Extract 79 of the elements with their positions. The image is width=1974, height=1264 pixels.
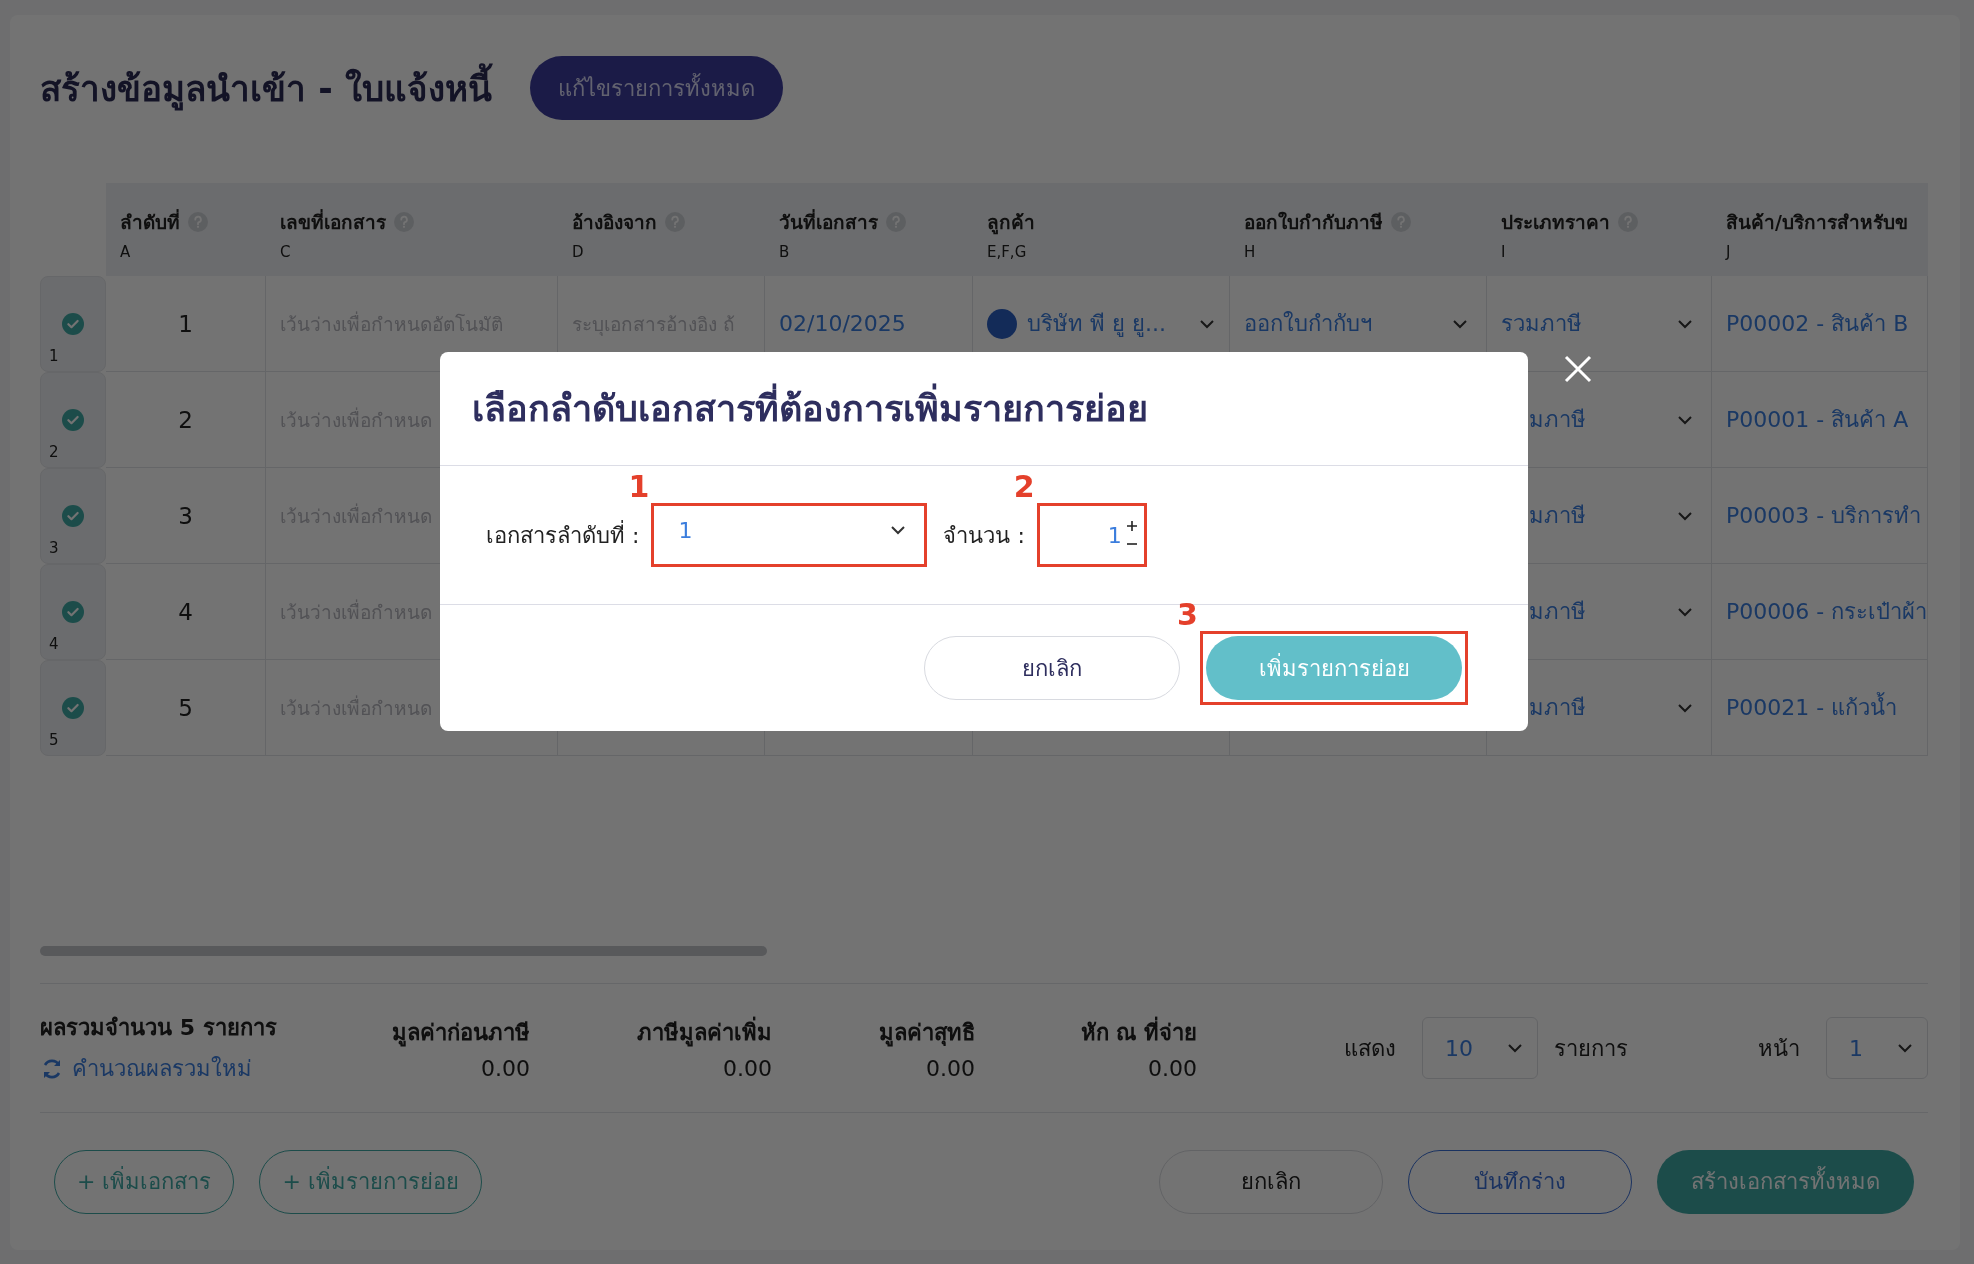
column-letter: D bbox=[572, 243, 584, 261]
total-label: ภาษีมูลค่าเพิ่ม bbox=[637, 1015, 772, 1050]
field-label: จำนวน : bbox=[943, 521, 1025, 550]
table-cell: 2 bbox=[178, 406, 193, 433]
total-label: หัก ณ ที่จ่าย bbox=[1080, 1015, 1197, 1050]
page-label: หน้า bbox=[1758, 1034, 1800, 1063]
check-icon[interactable] bbox=[62, 505, 84, 527]
table-cell: 3 bbox=[178, 502, 193, 529]
total-value: 0.00 bbox=[926, 1056, 975, 1081]
total-value: 0.00 bbox=[723, 1056, 772, 1081]
row-number: 4 bbox=[49, 635, 59, 653]
product-select[interactable]: P00001 - สินค้า A bbox=[1726, 402, 1909, 437]
recalculate-link[interactable]: คำนวณผลรวมใหม่ bbox=[72, 1051, 252, 1086]
total-count: ผลรวมจำนวน 5 รายการ bbox=[40, 1014, 278, 1042]
column-header: เลขที่เอกสาร bbox=[280, 208, 386, 235]
check-icon[interactable] bbox=[62, 313, 84, 335]
column-header: อ้างอิงจาก bbox=[572, 210, 657, 235]
annotation-number: 3 bbox=[1177, 600, 1198, 630]
scrollbar-thumb[interactable] bbox=[40, 946, 767, 956]
total-value: 0.00 bbox=[481, 1056, 530, 1081]
page-title: สร้างข้อมูลนำเข้า - ใบแจ้งหนี้ bbox=[40, 60, 492, 116]
table-cell: 4 bbox=[178, 598, 193, 625]
chevron-down-icon[interactable] bbox=[890, 525, 907, 535]
plus-icon[interactable] bbox=[1125, 520, 1138, 532]
check-icon[interactable] bbox=[62, 601, 84, 623]
total-label: มูลค่าก่อนภาษี bbox=[392, 1019, 530, 1049]
field-label: เอกสารลำดับที่ : bbox=[486, 519, 640, 550]
column-letter: J bbox=[1726, 243, 1731, 261]
table-cell: 1 bbox=[178, 310, 193, 337]
edit-all-button[interactable]: แก้ไขรายการทั้งหมด bbox=[529, 56, 783, 120]
column-header: ลูกค้า bbox=[987, 210, 1035, 237]
column-header: วันที่เอกสาร bbox=[779, 208, 878, 235]
row-number: 2 bbox=[49, 443, 59, 461]
column-letter: B bbox=[779, 243, 790, 261]
annotation-number: 2 bbox=[1013, 472, 1035, 502]
column-header: ออกใบกำกับภาษี bbox=[1244, 210, 1383, 235]
product-select[interactable]: P00003 - บริการทำ bbox=[1726, 498, 1922, 533]
column-letter: A bbox=[120, 243, 131, 261]
select-field[interactable]: มภาษี bbox=[1529, 402, 1586, 437]
select-field[interactable]: ออกใบกำกับฯ bbox=[1244, 306, 1372, 341]
cancel-button[interactable]: ยกเลิก bbox=[924, 636, 1180, 700]
column-header: สินค้า/บริการสำหรับข bbox=[1726, 210, 1908, 235]
total-label: มูลค่าสุทธิ bbox=[879, 1019, 975, 1049]
row-number: 3 bbox=[49, 539, 59, 557]
select-field[interactable]: มภาษี bbox=[1529, 690, 1586, 725]
page-size-select[interactable]: 10 bbox=[1422, 1017, 1538, 1079]
select-field[interactable]: มภาษี bbox=[1529, 498, 1586, 533]
product-select[interactable]: P00021 - แก้วน้ำ bbox=[1726, 690, 1898, 725]
row-number: 1 bbox=[49, 347, 59, 365]
close-icon[interactable] bbox=[1563, 354, 1593, 384]
column-header: ลำดับที่ bbox=[120, 208, 180, 235]
annotation-number: 1 bbox=[628, 472, 650, 502]
column-letter: C bbox=[280, 243, 291, 261]
page-select[interactable]: 1 bbox=[1826, 1017, 1928, 1079]
date-field[interactable]: 02/10/2025 bbox=[779, 311, 906, 336]
action-button[interactable]: สร้างเอกสารทั้งหมด bbox=[1657, 1149, 1914, 1214]
select-field[interactable]: มภาษี bbox=[1529, 594, 1586, 629]
check-icon[interactable] bbox=[62, 697, 84, 719]
page-size-unit: รายการ bbox=[1554, 1034, 1628, 1063]
add-button[interactable]: + เพิ่มเอกสาร bbox=[54, 1149, 235, 1214]
dialog-title: เลือกลำดับเอกสารที่ต้องการเพิ่มรายการย่อย bbox=[472, 380, 1148, 437]
product-select[interactable]: P00002 - สินค้า B bbox=[1726, 306, 1909, 341]
row-number: 5 bbox=[49, 731, 59, 749]
table-cell: 5 bbox=[178, 694, 193, 721]
column-letter: I bbox=[1501, 243, 1506, 261]
column-letter: H bbox=[1244, 243, 1256, 261]
column-letter: E,F,G bbox=[987, 243, 1027, 261]
add-subitem-button[interactable]: เพิ่มรายการย่อย bbox=[1206, 636, 1462, 700]
check-icon[interactable] bbox=[62, 409, 84, 431]
company-logo-icon bbox=[987, 308, 1017, 339]
show-label: แสดง bbox=[1344, 1034, 1396, 1063]
action-button[interactable]: บันทึกร่าง bbox=[1408, 1149, 1632, 1214]
action-button[interactable]: ยกเลิก bbox=[1159, 1149, 1383, 1214]
product-select[interactable]: P00006 - กระเป๋าผ้า bbox=[1726, 594, 1927, 629]
column-header: ประเภทราคา bbox=[1501, 210, 1610, 235]
select-field[interactable]: รวมภาษี bbox=[1501, 306, 1582, 341]
add-button[interactable]: + เพิ่มรายการย่อย bbox=[259, 1149, 482, 1214]
customer-select[interactable]: บริษัท พี ยู ยู... bbox=[1027, 306, 1189, 341]
total-value: 0.00 bbox=[1148, 1056, 1197, 1081]
